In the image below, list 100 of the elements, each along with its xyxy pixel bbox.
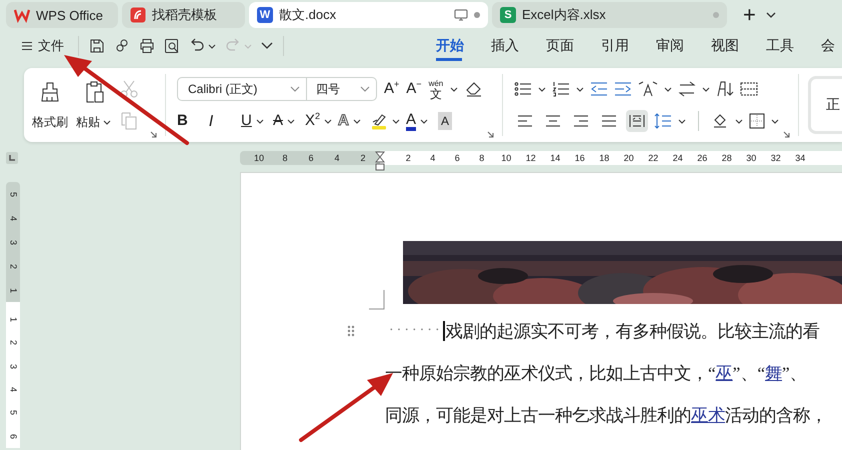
phonetic-guide-button[interactable]: wén 文 bbox=[428, 78, 444, 100]
strikethrough-button[interactable]: A bbox=[273, 112, 284, 130]
ruler-number: 20 bbox=[622, 153, 635, 163]
underline-button[interactable]: U bbox=[241, 112, 252, 130]
document-tab[interactable]: WPS Office bbox=[6, 2, 118, 28]
dialog-launcher-icon[interactable] bbox=[487, 131, 494, 138]
chevron-down-icon[interactable] bbox=[261, 42, 273, 50]
caret-icon[interactable] bbox=[678, 118, 686, 124]
ruler-number: 8 bbox=[478, 153, 486, 163]
ribbon-tab[interactable]: 会 bbox=[821, 31, 837, 61]
paragraph-text: 同源，可能是对上古一种乞求战斗胜利的巫术活动的含称， bbox=[385, 405, 827, 427]
font-color-button[interactable]: A bbox=[406, 112, 416, 130]
decrease-indent-icon[interactable] bbox=[590, 81, 608, 97]
dialog-launcher-icon[interactable] bbox=[150, 131, 157, 138]
ruler-number: 16 bbox=[574, 153, 586, 163]
font-size-dropdown[interactable]: 四号 bbox=[306, 77, 377, 101]
hyperlink[interactable]: 巫 bbox=[716, 364, 733, 383]
drag-handle-icon[interactable] bbox=[347, 325, 355, 337]
document-tab[interactable]: W 散文.docx bbox=[249, 2, 488, 28]
dialog-launcher-icon[interactable] bbox=[783, 131, 790, 138]
document-tab[interactable]: 找稻壳模板 bbox=[122, 2, 245, 28]
bold-button[interactable]: B bbox=[177, 112, 188, 130]
tab-title: WPS Office bbox=[36, 8, 104, 22]
writer-file-icon: W bbox=[257, 7, 273, 23]
superscript-button[interactable]: X$^{2}$ bbox=[305, 112, 320, 130]
bullet-list-icon[interactable] bbox=[514, 81, 532, 97]
caret-icon[interactable] bbox=[702, 86, 710, 92]
ruler-number: 5 bbox=[8, 409, 18, 418]
caret-icon[interactable] bbox=[735, 118, 744, 124]
eraser-icon[interactable] bbox=[465, 80, 484, 98]
caret-icon[interactable] bbox=[420, 118, 428, 124]
increase-indent-icon[interactable] bbox=[614, 81, 632, 97]
style-preview-button[interactable]: 正 bbox=[808, 76, 842, 134]
unsaved-dot-icon bbox=[713, 12, 719, 18]
ribbon-tab[interactable]: 视图 bbox=[711, 31, 766, 61]
font-name-dropdown[interactable]: Calibri (正文) bbox=[177, 77, 307, 101]
sort-icon[interactable] bbox=[716, 81, 734, 97]
text-cursor bbox=[442, 321, 445, 341]
hyperlink[interactable]: 舞 bbox=[765, 364, 782, 383]
chevron-down-icon[interactable] bbox=[766, 12, 776, 18]
menu-icon bbox=[22, 41, 32, 51]
caret-icon[interactable] bbox=[576, 86, 584, 92]
text-effect-button[interactable]: A bbox=[338, 112, 349, 130]
caret-icon[interactable] bbox=[450, 86, 458, 92]
save-icon[interactable] bbox=[89, 38, 105, 54]
corner-tab-icon bbox=[8, 154, 16, 162]
character-shading-button[interactable]: A bbox=[438, 112, 452, 130]
paste-button[interactable]: 粘贴 bbox=[76, 80, 111, 130]
align-distributed-icon bbox=[629, 114, 646, 128]
gridlines-icon[interactable] bbox=[740, 81, 758, 97]
indent-marks: ······· bbox=[389, 323, 443, 339]
caret-icon[interactable] bbox=[324, 118, 332, 124]
paragraph-text: 一种原始宗教的巫术仪式，比如上古中文，“巫”、“舞”、 bbox=[385, 363, 807, 385]
align-left-icon bbox=[517, 114, 534, 128]
hyperlink[interactable]: 巫术 bbox=[691, 406, 725, 425]
ruler-number: 8 bbox=[281, 153, 288, 163]
share-icon[interactable] bbox=[114, 38, 130, 54]
ruler-number: 22 bbox=[647, 153, 660, 163]
ribbon-tab[interactable]: 插入 bbox=[491, 31, 546, 61]
caret-icon[interactable] bbox=[392, 118, 400, 124]
ruler-number: 10 bbox=[500, 153, 512, 163]
caret-icon[interactable] bbox=[208, 44, 216, 48]
caret-icon[interactable] bbox=[256, 118, 264, 124]
tab-title: 散文.docx bbox=[279, 6, 338, 24]
chevron-down-icon bbox=[360, 86, 370, 92]
caret-icon[interactable] bbox=[352, 118, 361, 124]
grow-font-button[interactable]: A$^{+}$ bbox=[384, 80, 400, 98]
distributed-align-button[interactable] bbox=[626, 110, 648, 132]
scissors-icon[interactable] bbox=[119, 79, 139, 99]
print-preview-icon[interactable] bbox=[164, 38, 180, 54]
caret-icon[interactable] bbox=[771, 118, 780, 124]
swap-arrows-icon[interactable] bbox=[678, 81, 696, 97]
tab-stop-selector[interactable] bbox=[6, 152, 18, 164]
ruler-number: 30 bbox=[745, 153, 758, 163]
format-painter-button[interactable]: 格式刷 bbox=[32, 80, 68, 130]
caret-icon[interactable] bbox=[538, 86, 546, 92]
document-tab[interactable]: S Excel内容.xlsx bbox=[492, 2, 727, 28]
ruler-number: 4 bbox=[8, 386, 18, 394]
align-justify-icon bbox=[601, 114, 618, 128]
line-spacing-icon[interactable] bbox=[654, 113, 672, 129]
text-direction-icon[interactable] bbox=[638, 81, 658, 97]
new-tab-button[interactable]: + bbox=[743, 4, 756, 26]
ruler-number: 14 bbox=[549, 153, 562, 163]
file-menu-button[interactable]: 文件 bbox=[18, 35, 68, 57]
ruler-number: 2 bbox=[404, 153, 412, 163]
caret-icon[interactable] bbox=[287, 118, 296, 124]
monitor-icon[interactable] bbox=[454, 9, 468, 21]
shrink-font-button[interactable]: A$^{−}$ bbox=[406, 80, 422, 98]
caret-icon[interactable] bbox=[664, 86, 672, 92]
ribbon-tab[interactable]: 引用 bbox=[601, 31, 656, 61]
borders-icon[interactable] bbox=[749, 113, 766, 129]
print-icon[interactable] bbox=[139, 38, 155, 54]
ribbon-tab[interactable]: 审阅 bbox=[656, 31, 711, 61]
ribbon-tab[interactable]: 工具 bbox=[766, 31, 821, 61]
italic-button[interactable]: I bbox=[209, 112, 214, 130]
ruler-number: 4 bbox=[333, 153, 340, 163]
ruler-number: 5 bbox=[8, 190, 18, 199]
numbered-list-icon[interactable] bbox=[552, 81, 570, 97]
ribbon-tab[interactable]: 页面 bbox=[546, 31, 601, 61]
highlighter-icon[interactable] bbox=[370, 112, 388, 130]
